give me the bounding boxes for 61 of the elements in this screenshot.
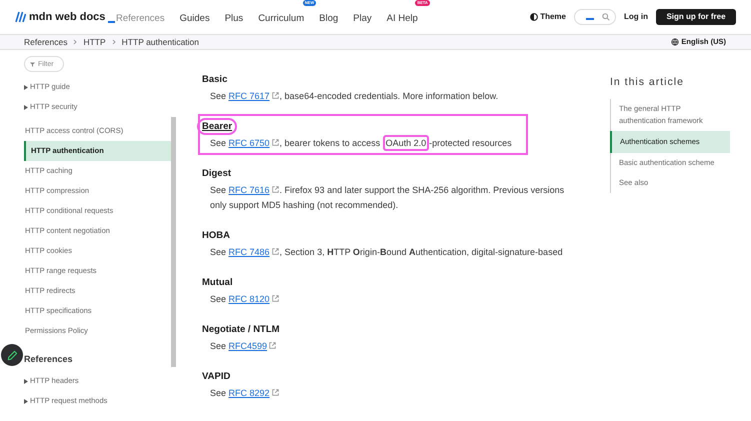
logo-cursor — [108, 21, 116, 24]
section-paragraph: See RFC 7617 , base64-encoded credentials. More information below. — [209, 90, 500, 103]
rfc-link[interactable]: RFC 8120 — [228, 294, 270, 304]
section-heading: HOBA — [202, 228, 230, 242]
signup-button[interactable]: Sign up for free — [656, 9, 736, 25]
caret-icon — [24, 104, 28, 110]
breadcrumb-link[interactable]: References — [24, 36, 68, 48]
edit-button[interactable] — [1, 344, 23, 366]
external-link-icon — [272, 389, 279, 396]
theme-button[interactable]: Theme — [530, 11, 566, 23]
section-paragraph: See RFC 6750 , bearer tokens to access OAuth 2.0 -protected resources — [202, 136, 520, 151]
chevron-icon — [112, 39, 116, 45]
sidebar-heading: References — [24, 353, 74, 366]
rfc-link[interactable]: RFC 7616 — [228, 185, 270, 195]
globe-icon — [671, 38, 680, 46]
external-link-icon — [272, 92, 279, 99]
section-paragraph: See RFC 8120 — [202, 292, 582, 307]
rfc-link[interactable]: RFC 7486 — [228, 247, 270, 257]
section-paragraph: See RFC 7486 , Section 3, HTTP Origin-Bound Authentication, digital-signature-based — [209, 246, 564, 259]
caret-icon — [24, 398, 28, 404]
section-heading: Basic — [202, 72, 228, 86]
breadcrumb-link[interactable]: HTTP authentication — [122, 36, 200, 48]
external-link-icon — [272, 139, 279, 146]
site-logo[interactable]: mdn web docs — [29, 8, 106, 26]
external-link-icon — [272, 248, 279, 255]
nav-link[interactable]: Guides — [180, 13, 210, 24]
rfc-link[interactable]: RFC 6750 — [228, 138, 270, 148]
section-heading: Mutual — [202, 276, 233, 288]
nav-link[interactable]: References — [116, 13, 165, 24]
contrast-icon — [530, 13, 538, 21]
external-link-icon — [272, 186, 279, 193]
external-link-icon — [269, 342, 276, 349]
pencil-icon — [6, 350, 18, 360]
login-link[interactable]: Log in — [624, 11, 648, 23]
nav-link[interactable]: Curriculum — [258, 13, 304, 24]
search-icon — [602, 13, 610, 21]
section-heading: Negotiate / NTLM — [202, 322, 280, 336]
toc-title: In this article — [610, 75, 685, 90]
section-heading: Digest — [202, 166, 232, 180]
scrollbar[interactable] — [171, 117, 176, 367]
nav-link[interactable]: Blog — [319, 13, 338, 24]
section-paragraph: See RFC 7616 . Firefox 93 and later support the SHA-256 algorithm. Previous versions only support MD5 hashing (not recommended). — [209, 184, 566, 212]
section-paragraph: See RFC 8292 — [202, 386, 582, 401]
external-link-icon — [272, 295, 279, 302]
rfc-link[interactable]: RFC 8292 — [228, 388, 270, 398]
rfc-link[interactable]: RFC4599 — [228, 341, 268, 351]
section-heading: Bearer — [197, 118, 238, 134]
logo-icon — [15, 11, 26, 23]
chevron-icon — [73, 39, 78, 45]
nav-link[interactable]: AI Help — [386, 13, 418, 24]
rfc-link[interactable]: RFC 7617 — [228, 91, 270, 101]
nav-link[interactable]: Plus — [224, 13, 244, 24]
breadcrumb-link[interactable]: HTTP — [83, 36, 106, 48]
search-field[interactable] — [574, 9, 616, 25]
caret-icon — [24, 378, 28, 384]
section-heading: VAPID — [202, 370, 230, 382]
highlight-annotation: OAuth 2.0 — [382, 135, 430, 151]
section-paragraph: See RFC4599 — [202, 339, 582, 354]
caret-icon — [24, 84, 28, 90]
nav-link[interactable]: Play — [353, 13, 372, 24]
filter-icon — [30, 62, 35, 66]
